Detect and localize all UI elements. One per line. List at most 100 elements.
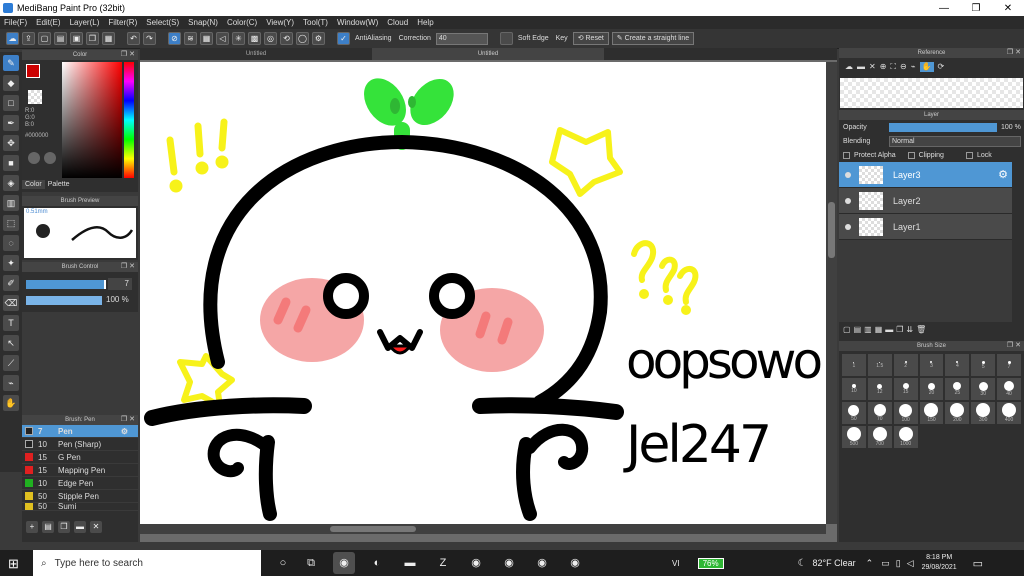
task-view-icon[interactable]: ⧉ (300, 552, 322, 574)
menu-cloud[interactable]: Cloud (387, 18, 408, 27)
eyedropper-icon[interactable]: ⌁ (911, 62, 916, 72)
layer-row[interactable]: Layer1 (839, 214, 1012, 240)
pen-tool-icon[interactable]: ✒ (3, 115, 19, 131)
zoom-in-icon[interactable]: ⊕ (880, 62, 887, 72)
brush-item[interactable]: 10 Edge Pen (22, 477, 138, 490)
drawing-canvas[interactable]: oopsowo Jel247 (140, 62, 826, 524)
brush-size-preset[interactable]: 400 (997, 402, 1021, 424)
edge-icon[interactable]: ◐ (366, 552, 388, 574)
menu-select[interactable]: Select(S) (146, 18, 179, 27)
new-halftone-layer-icon[interactable]: ▤ (854, 325, 862, 335)
protect-alpha-checkbox[interactable] (843, 151, 850, 159)
chrome-profile-4-icon[interactable]: ◉ (564, 552, 586, 574)
vertical-scroll-thumb[interactable] (828, 202, 835, 258)
eyedropper-icon[interactable]: ⌁ (3, 375, 19, 391)
snap-settings-icon[interactable]: ⚙ (312, 32, 325, 45)
snap-curve-icon[interactable]: ⟲ (280, 32, 293, 45)
brush-size-preset[interactable]: 500 (842, 426, 866, 448)
taskbar-search[interactable]: ⌕ Type here to search (33, 550, 261, 576)
network-icon[interactable]: ▯ (896, 558, 901, 569)
hue-slider[interactable] (124, 62, 134, 178)
tray-chevron-icon[interactable]: ⌃ (866, 558, 874, 569)
battery-indicator[interactable]: 76% (697, 557, 724, 569)
lock-checkbox[interactable] (965, 151, 973, 159)
brush-size-preset[interactable]: 20 (919, 378, 944, 400)
brush-tool-icon[interactable]: ✎ (3, 55, 19, 71)
brush-size-preset[interactable]: 150 (919, 402, 944, 424)
brush-size-preset[interactable]: 10 (842, 378, 866, 400)
menu-file[interactable]: File(F) (4, 18, 27, 27)
delete-layer-icon[interactable]: 🗑 (916, 325, 926, 335)
brush-item[interactable]: 50 Stipple Pen (22, 490, 138, 503)
brush-size-preset[interactable]: 200 (945, 402, 970, 424)
language-indicator[interactable]: VI (672, 559, 680, 568)
menu-filter[interactable]: Filter(R) (108, 18, 137, 27)
save-icon[interactable]: ▣ (70, 32, 83, 45)
snap-circle-icon[interactable]: ◎ (264, 32, 277, 45)
menu-window[interactable]: Window(W) (337, 18, 378, 27)
snap-radial-icon[interactable]: ✳ (232, 32, 245, 45)
weather-text[interactable]: 82°F Clear (813, 558, 856, 568)
menu-color[interactable]: Color(C) (227, 18, 257, 27)
brush-size-preset[interactable]: 70 (867, 402, 892, 424)
visibility-icon[interactable] (845, 223, 851, 230)
close-button[interactable]: ✕ (992, 3, 1024, 14)
copy-brush-icon[interactable]: ❐ (58, 521, 70, 533)
brush-size-slider[interactable] (26, 280, 106, 289)
antialias-checkbox[interactable]: ✓ (337, 32, 350, 45)
brush-size-preset[interactable]: 1.5 (867, 354, 892, 376)
brush-size-preset[interactable]: 12 (867, 378, 892, 400)
export-icon[interactable]: ⇪ (22, 32, 35, 45)
brush-item[interactable]: 15 G Pen (22, 451, 138, 464)
chrome-icon[interactable]: ◉ (333, 552, 355, 574)
brush-size-preset[interactable]: 100 (893, 402, 918, 424)
new-folder-icon[interactable]: ▬ (885, 325, 893, 335)
close-icon[interactable]: ❐ ✕ (121, 50, 135, 60)
brush-size-preset[interactable]: 25 (945, 378, 970, 400)
close-icon[interactable]: ❐ ✕ (1007, 48, 1021, 58)
close-icon[interactable]: ❐ ✕ (1007, 341, 1021, 351)
snap-off-icon[interactable]: ⊘ (168, 32, 181, 45)
layer-opacity-slider[interactable] (889, 122, 997, 132)
brush-opacity-slider[interactable] (26, 296, 102, 305)
brush-size-preset[interactable]: 50 (842, 402, 866, 424)
fill-tool-icon[interactable]: ◈ (3, 175, 19, 191)
brush-item[interactable]: 7 Pen ⚙ (22, 425, 138, 438)
clock[interactable]: 8:18 PM 29/08/2021 (922, 553, 957, 573)
close-icon[interactable]: ❐ ✕ (121, 415, 135, 425)
menu-edit[interactable]: Edit(E) (36, 18, 60, 27)
snap-crisscross-icon[interactable]: ▩ (248, 32, 261, 45)
brush-size-preset[interactable]: 15 (893, 378, 918, 400)
battery-tray-icon[interactable]: ▭ (881, 558, 890, 569)
redo-icon[interactable]: ↷ (143, 32, 156, 45)
primary-color-swatch[interactable] (26, 64, 40, 78)
new-layer-icon[interactable]: ▢ (843, 325, 851, 335)
layer-row[interactable]: Layer3 ⚙ (839, 162, 1012, 188)
correction-select[interactable]: 40 (435, 32, 488, 45)
visibility-icon[interactable] (845, 171, 851, 178)
zoom-out-icon[interactable]: ⊖ (900, 62, 907, 72)
reset-button[interactable]: ⟲ Reset (572, 32, 609, 45)
horizontal-scroll-thumb[interactable] (330, 526, 416, 532)
new-file-icon[interactable]: ▢ (38, 32, 51, 45)
folder-icon[interactable]: ▬ (857, 62, 865, 72)
settings-icon[interactable]: ▦ (102, 32, 115, 45)
brush-size-preset[interactable]: 700 (867, 426, 892, 448)
clipping-checkbox[interactable] (907, 151, 915, 159)
gear-icon[interactable]: ⚙ (121, 427, 128, 436)
brush-size-preset[interactable]: 5 (971, 354, 996, 376)
blending-select[interactable]: Normal (889, 135, 1021, 147)
maximize-button[interactable]: ❐ (960, 3, 992, 14)
shape-tool-icon[interactable]: ■ (3, 155, 19, 171)
transparent-swatch[interactable] (28, 90, 42, 104)
cloud-icon[interactable]: ☁ (845, 62, 853, 72)
hand-icon[interactable]: ✋ (919, 62, 934, 72)
add-brush-icon[interactable]: + (26, 521, 38, 533)
brush-size-preset[interactable]: 300 (971, 402, 996, 424)
snap-parallel-icon[interactable]: ≋ (184, 32, 197, 45)
tab-untitled-1[interactable]: Untitled (140, 48, 372, 60)
chrome-profile-3-icon[interactable]: ◉ (531, 552, 553, 574)
undo-icon[interactable]: ↶ (127, 32, 140, 45)
palette-add-icon[interactable] (44, 152, 56, 164)
select-tool-icon[interactable]: ⬚ (3, 215, 19, 231)
